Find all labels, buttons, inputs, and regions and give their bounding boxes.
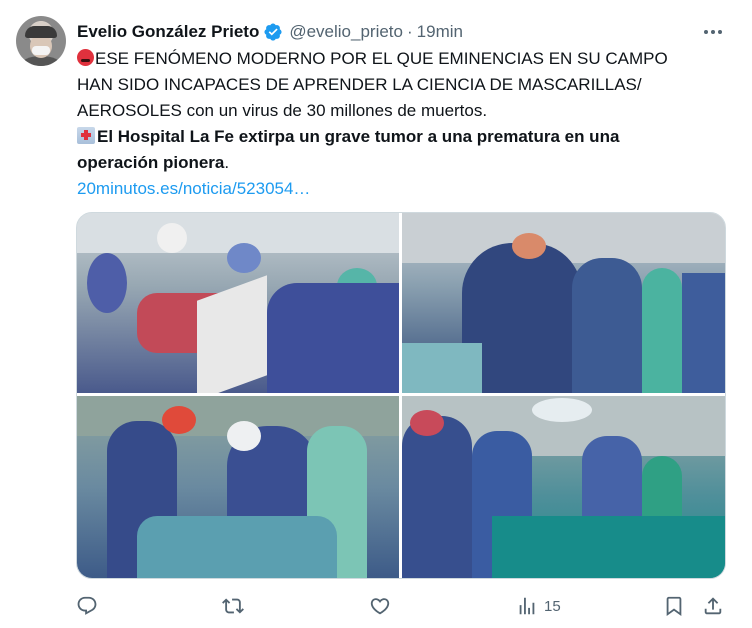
angry-face-emoji: [77, 49, 94, 66]
post-line-2: HAN SIDO INCAPACES DE APRENDER LA CIENCI…: [77, 75, 642, 94]
article-link[interactable]: 20minutos.es/noticia/523054…: [77, 176, 717, 202]
repost-button[interactable]: [222, 592, 244, 620]
repost-icon: [222, 598, 244, 614]
reply-button[interactable]: [76, 592, 98, 620]
like-icon: [370, 598, 390, 615]
hospital-emoji: [77, 127, 95, 144]
author-name[interactable]: Evelio González Prieto: [77, 22, 259, 42]
more-options-icon[interactable]: [702, 22, 724, 42]
like-button[interactable]: [369, 592, 391, 620]
share-icon: [704, 597, 722, 615]
views-icon: [519, 597, 535, 615]
bookmark-icon: [666, 596, 682, 617]
views-count: 15: [544, 597, 561, 615]
share-button[interactable]: [702, 592, 724, 620]
avatar[interactable]: [16, 16, 66, 66]
photo-surgery-3[interactable]: [77, 396, 399, 578]
tweet-header: Evelio González Prieto @evelio_prieto · …: [77, 20, 463, 44]
photo-surgery-1[interactable]: [77, 213, 399, 393]
verified-badge-icon: [264, 23, 282, 41]
separator-dot: ·: [406, 22, 413, 41]
photo-surgery-4[interactable]: [402, 396, 725, 578]
tweet[interactable]: Evelio González Prieto @evelio_prieto · …: [0, 0, 752, 628]
bookmark-button[interactable]: [663, 592, 685, 620]
action-bar: 15: [76, 592, 728, 620]
post-headline-suffix: .: [224, 153, 230, 172]
post-headline-1: El Hospital La Fe extirpa un grave tumor…: [97, 127, 620, 146]
author-handle[interactable]: @evelio_prieto: [289, 22, 403, 42]
reply-icon: [77, 596, 97, 615]
post-headline-2: operación pionera: [77, 153, 225, 172]
photo-surgery-2[interactable]: [402, 213, 725, 393]
views-button[interactable]: 15: [516, 592, 561, 620]
tweet-text: ESE FENÓMENO MODERNO POR EL QUE EMINENCI…: [77, 46, 717, 202]
timestamp[interactable]: 19min: [417, 22, 463, 42]
media-grid: [76, 212, 726, 579]
post-line-3: AEROSOLES con un virus de 30 millones de…: [77, 101, 488, 120]
post-line-1: ESE FENÓMENO MODERNO POR EL QUE EMINENCI…: [95, 49, 668, 68]
